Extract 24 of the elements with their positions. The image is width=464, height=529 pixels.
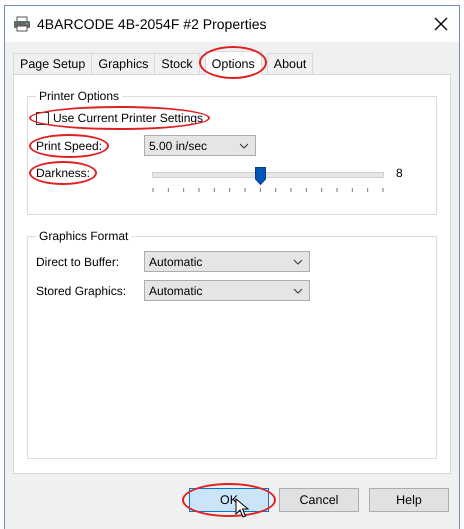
tab[interactable]: Graphics — [91, 53, 156, 74]
window-title: 4BARCODE 4B-2054F #2 Properties — [37, 16, 268, 32]
field-label: Darkness: — [36, 166, 90, 180]
chevron-icon — [293, 258, 303, 264]
field-label: Stored Graphics: — [36, 284, 128, 298]
tab[interactable]: Stock — [154, 53, 200, 74]
field-label: Print Speed: — [36, 138, 102, 152]
field-label: Direct to Buffer: — [36, 254, 120, 268]
dialog-button[interactable]: Cancel — [279, 488, 359, 512]
speed-dropdown[interactable]: 5.00 in/sec — [144, 135, 256, 156]
dropdown[interactable]: Automatic — [144, 251, 310, 272]
tab[interactable]: Page Setup — [13, 53, 92, 74]
group-title: Graphics Format — [38, 229, 130, 243]
dialog-button[interactable]: Help — [369, 488, 449, 512]
tab[interactable]: Options — [204, 51, 262, 75]
printer-icon — [13, 16, 31, 32]
chevron-icon — [293, 288, 303, 294]
tab[interactable]: About — [266, 53, 314, 74]
chevron-icon — [239, 142, 249, 148]
slider-thumb[interactable] — [255, 167, 266, 185]
checkbox-label: Use Current Printer Settings — [53, 111, 204, 125]
darkness-value: 8 — [396, 166, 403, 180]
group-title: Printer Options — [38, 89, 120, 103]
dropdown[interactable]: Automatic — [144, 280, 310, 301]
